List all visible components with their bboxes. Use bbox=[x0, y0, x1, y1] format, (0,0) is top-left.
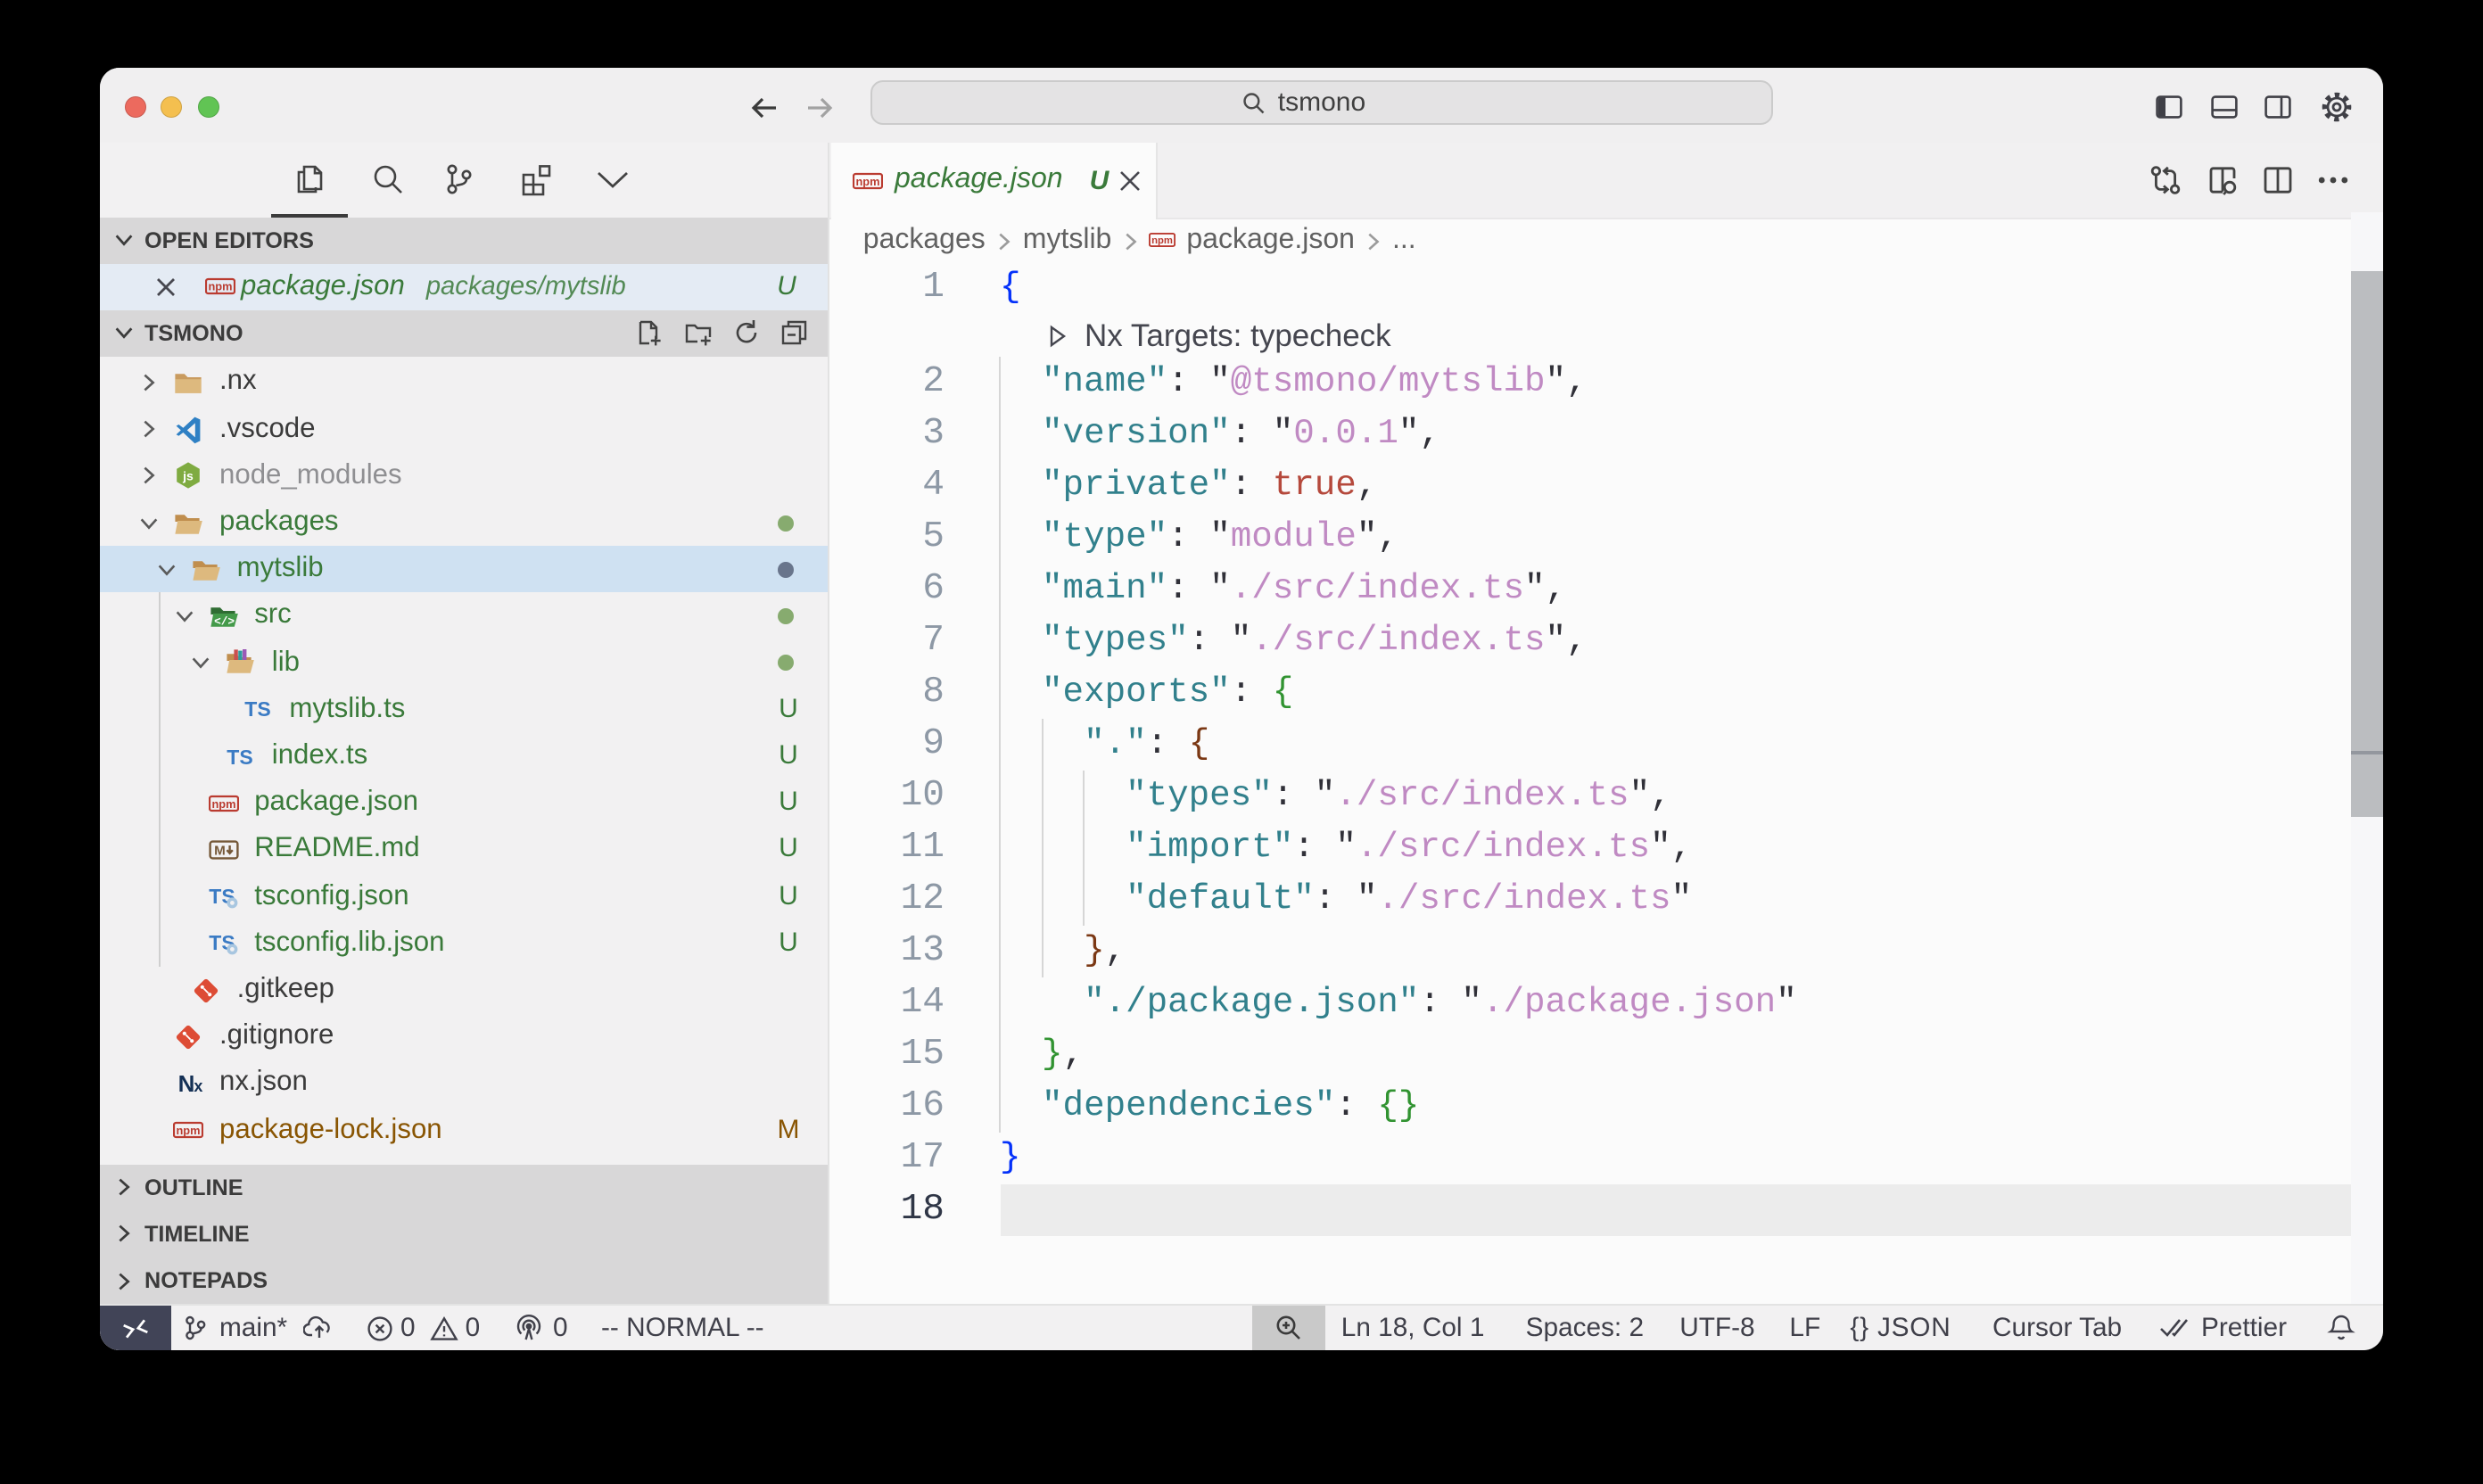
svg-text:TS: TS bbox=[245, 698, 271, 721]
svg-text:N: N bbox=[178, 1070, 195, 1097]
svg-text:npm: npm bbox=[854, 174, 879, 187]
svg-text:M: M bbox=[213, 843, 225, 858]
svg-text:npm: npm bbox=[176, 1124, 200, 1137]
svg-text:npm: npm bbox=[211, 796, 235, 810]
svg-text:</>: </> bbox=[213, 614, 234, 628]
svg-text:x: x bbox=[194, 1077, 202, 1095]
svg-text:TS: TS bbox=[227, 745, 253, 768]
svg-text:js: js bbox=[182, 469, 194, 483]
svg-text:npm: npm bbox=[1151, 235, 1173, 246]
svg-text:npm: npm bbox=[208, 280, 232, 293]
